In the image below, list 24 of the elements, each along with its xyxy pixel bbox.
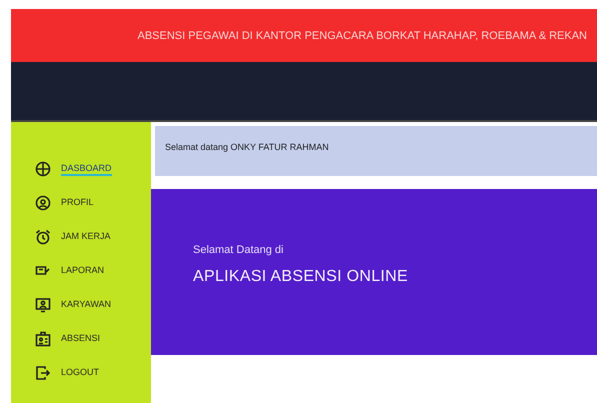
sidebar-item-label: DASBOARD — [61, 162, 112, 176]
sidebar-item-label: KARYAWAN — [61, 298, 112, 310]
sidebar-item-label: LOGOUT — [61, 366, 100, 378]
dashboard-icon — [35, 161, 51, 177]
sidebar-item[interactable]: PROFIL — [11, 192, 151, 214]
app-title: ABSENSI PEGAWAI DI KANTOR PENGACARA BORKAT HARAHAP, ROEBAMA & REKAN — [138, 30, 587, 42]
sidebar-item[interactable]: JAM KERJA — [11, 226, 151, 248]
user-circle-icon — [35, 195, 51, 211]
welcome-text: Selamat datang ONKY FATUR RAHMAN — [165, 142, 329, 152]
hero-title: APLIKASI ABSENSI ONLINE — [193, 268, 409, 286]
alarm-clock-icon — [35, 229, 51, 245]
sidebar-item[interactable]: ABSENSI — [11, 328, 151, 350]
sidebar-item-label: ABSENSI — [61, 332, 100, 344]
sidebar-item[interactable]: LOGOUT — [11, 362, 151, 384]
logout-icon — [35, 365, 51, 381]
monitor-user-icon — [35, 297, 51, 313]
sidebar-item-label: PROFIL — [61, 196, 94, 208]
id-badge-icon — [35, 331, 51, 347]
sidebar-item-label: JAM KERJA — [61, 230, 111, 242]
sidebar-item-label: LAPORAN — [61, 264, 104, 276]
hero-subtitle: Selamat Datang di — [193, 244, 284, 256]
sidebar-item[interactable]: LAPORAN — [11, 260, 151, 282]
sidebar-item[interactable]: KARYAWAN — [11, 294, 151, 316]
sidebar-item[interactable]: DASBOARD — [11, 158, 151, 180]
